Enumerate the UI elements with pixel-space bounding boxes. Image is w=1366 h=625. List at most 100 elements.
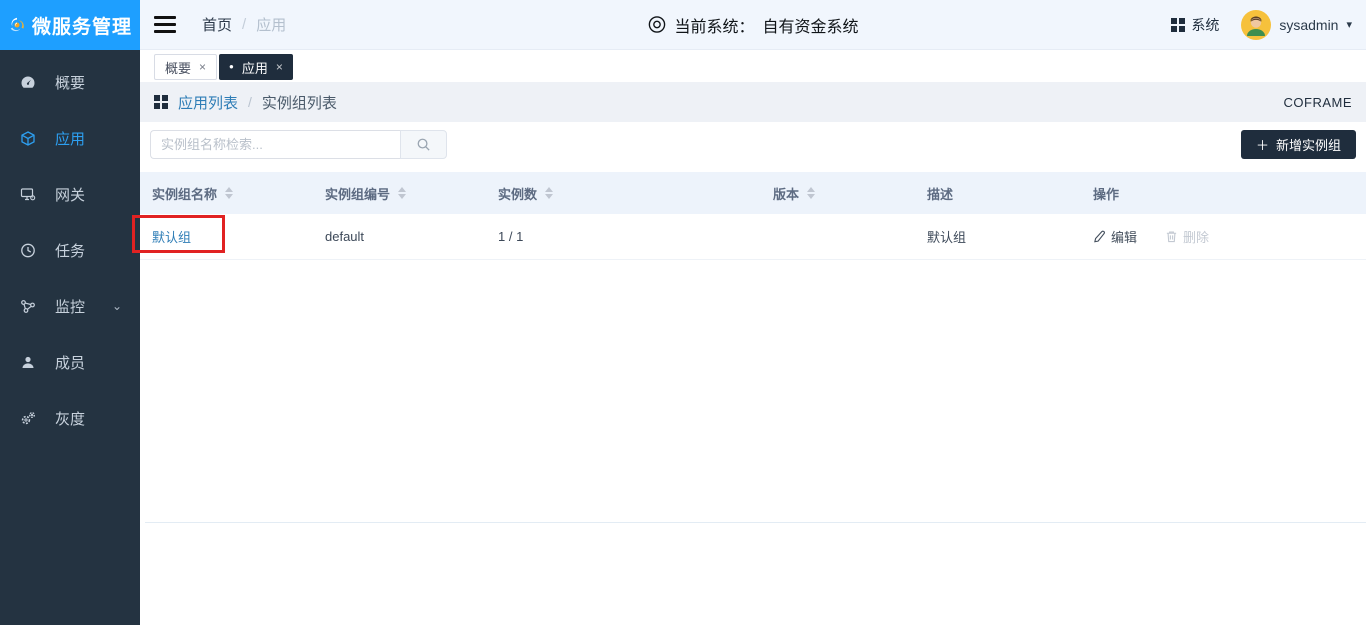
- breadcrumb-instance-group-list: 实例组列表: [261, 94, 337, 112]
- cell-value: 默认组: [927, 230, 967, 245]
- chevron-down-icon[interactable]: ⌄: [112, 299, 122, 313]
- column-label: 实例组名称: [152, 186, 218, 202]
- sidebar-item-tasks[interactable]: 任务: [0, 222, 140, 278]
- breadcrumb: 首页 / 应用: [202, 14, 286, 35]
- sort-icon[interactable]: [545, 187, 554, 199]
- main-content: ＋ 新增实例组 实例组名称 实例组编号 实例数 版本: [140, 122, 1366, 625]
- column-header-description: 描述: [915, 184, 1081, 203]
- cell-value: 1 / 1: [498, 229, 524, 244]
- app-title: 微服务管理: [31, 16, 132, 38]
- cell-code: default: [313, 229, 486, 244]
- sidebar-item-label: 网关: [55, 186, 86, 204]
- column-label: 描述: [927, 186, 954, 202]
- tab-applications[interactable]: ● 应用 ×: [219, 54, 293, 80]
- tab-label: 概要: [165, 60, 192, 76]
- cell-name: 默认组: [140, 227, 313, 246]
- gears-icon: [21, 411, 35, 424]
- open-tabs-bar: 概要 × ● 应用 ×: [140, 50, 1366, 82]
- sidebar-item-members[interactable]: 成员: [0, 334, 140, 390]
- close-icon[interactable]: ×: [199, 60, 206, 74]
- grid-icon: [154, 95, 168, 109]
- panel-divider: [145, 522, 1366, 523]
- tab-overview[interactable]: 概要 ×: [154, 54, 218, 80]
- system-menu-button[interactable]: 系统: [1171, 15, 1219, 35]
- column-label: 实例组编号: [325, 186, 391, 202]
- plus-icon: ＋: [1255, 137, 1269, 153]
- hamburger-menu-icon[interactable]: [154, 16, 176, 33]
- user-icon: [22, 356, 34, 368]
- sidebar: 微服务管理 概要 应用 网关 任务 监控 ⌄ 成员 灰度: [0, 0, 140, 625]
- cell-actions: 编辑 删除: [1081, 227, 1366, 246]
- delete-label: 删除: [1183, 230, 1210, 245]
- sidebar-item-grayscale[interactable]: 灰度: [0, 390, 140, 446]
- current-system-value: 自有资金系统: [762, 18, 859, 36]
- system-menu-label: 系统: [1191, 16, 1220, 33]
- sidebar-item-label: 监控: [55, 298, 86, 316]
- column-label: 操作: [1093, 186, 1120, 202]
- trash-icon: [1166, 231, 1177, 243]
- top-header: 首页 / 应用 当前系统： 自有资金系统 系统 sysadmin ▾: [140, 0, 1366, 50]
- close-icon[interactable]: ×: [276, 60, 283, 74]
- breadcrumb-current: 应用: [256, 17, 287, 34]
- breadcrumb-app-list-link[interactable]: 应用列表: [178, 92, 238, 113]
- cell-value: default: [325, 229, 365, 244]
- column-label: 实例数: [498, 186, 538, 202]
- search-group: [150, 129, 447, 159]
- column-header-name: 实例组名称: [140, 184, 313, 203]
- add-button-label: 新增实例组: [1275, 137, 1341, 153]
- dashboard-icon: [21, 76, 35, 88]
- sort-icon[interactable]: [398, 187, 407, 199]
- sidebar-menu: 概要 应用 网关 任务 监控 ⌄ 成员 灰度: [0, 50, 140, 446]
- sidebar-item-label: 应用: [55, 130, 86, 148]
- sidebar-item-applications[interactable]: 应用: [0, 110, 140, 166]
- cell-description: 默认组: [915, 227, 1081, 246]
- table-header-row: 实例组名称 实例组编号 实例数 版本 描述 操作: [140, 172, 1366, 214]
- delete-button[interactable]: 删除: [1165, 227, 1209, 246]
- app-window: 微服务管理 概要 应用 网关 任务 监控 ⌄ 成员 灰度 首页 / 应用 当前系…: [0, 0, 1366, 625]
- breadcrumb-separator: /: [242, 16, 247, 33]
- gateway-icon: [20, 187, 36, 200]
- app-logo: 微服务管理: [0, 0, 140, 50]
- username: sysadmin: [1279, 16, 1339, 33]
- edit-button[interactable]: 编辑: [1093, 227, 1137, 246]
- sidebar-item-label: 任务: [55, 242, 86, 260]
- current-system-label: 当前系统：: [674, 18, 755, 36]
- add-instance-group-button[interactable]: ＋ 新增实例组: [1240, 129, 1356, 159]
- pencil-icon: [1094, 230, 1105, 243]
- eye-icon: [648, 16, 666, 33]
- cube-icon: [21, 130, 35, 146]
- clock-icon: [21, 243, 35, 257]
- sort-icon[interactable]: [225, 187, 234, 199]
- search-input[interactable]: [150, 129, 400, 159]
- sidebar-item-label: 成员: [55, 354, 86, 372]
- user-menu-button[interactable]: sysadmin ▾: [1241, 9, 1352, 40]
- sort-icon[interactable]: [807, 187, 816, 199]
- column-header-code: 实例组编号: [313, 184, 486, 203]
- page-breadcrumb-bar: 应用列表 / 实例组列表 COFRAME: [140, 82, 1366, 122]
- sidebar-item-monitoring[interactable]: 监控 ⌄: [0, 278, 140, 334]
- sidebar-item-label: 灰度: [55, 410, 86, 428]
- breadcrumb-home[interactable]: 首页: [202, 14, 232, 35]
- topbar-right: 系统 sysadmin ▾: [1171, 9, 1352, 40]
- current-system-indicator: 当前系统： 自有资金系统: [647, 13, 859, 37]
- instance-group-table: 实例组名称 实例组编号 实例数 版本 描述 操作 默认组 default 1 /…: [140, 172, 1366, 260]
- column-header-actions: 操作: [1081, 184, 1366, 203]
- breadcrumb-separator: /: [248, 94, 252, 110]
- column-header-instances: 实例数: [486, 184, 761, 203]
- cell-instances: 1 / 1: [486, 229, 761, 244]
- column-header-version: 版本: [761, 184, 915, 203]
- active-dot-icon: ●: [229, 62, 234, 71]
- table-row: 默认组 default 1 / 1 默认组 编辑 删除: [140, 214, 1366, 260]
- brand-swirl-icon: [10, 17, 24, 32]
- search-button[interactable]: [400, 129, 447, 159]
- caret-down-icon: ▾: [1346, 19, 1352, 31]
- search-icon: [417, 138, 430, 151]
- grid-icon: [1171, 17, 1186, 32]
- brand-label: COFRAME: [1283, 94, 1352, 110]
- sidebar-item-gateway[interactable]: 网关: [0, 166, 140, 222]
- avatar: [1241, 9, 1272, 40]
- tab-label: 应用: [241, 60, 268, 76]
- instance-group-name-link[interactable]: 默认组: [152, 227, 191, 246]
- edit-label: 编辑: [1111, 230, 1138, 245]
- sidebar-item-overview[interactable]: 概要: [0, 54, 140, 110]
